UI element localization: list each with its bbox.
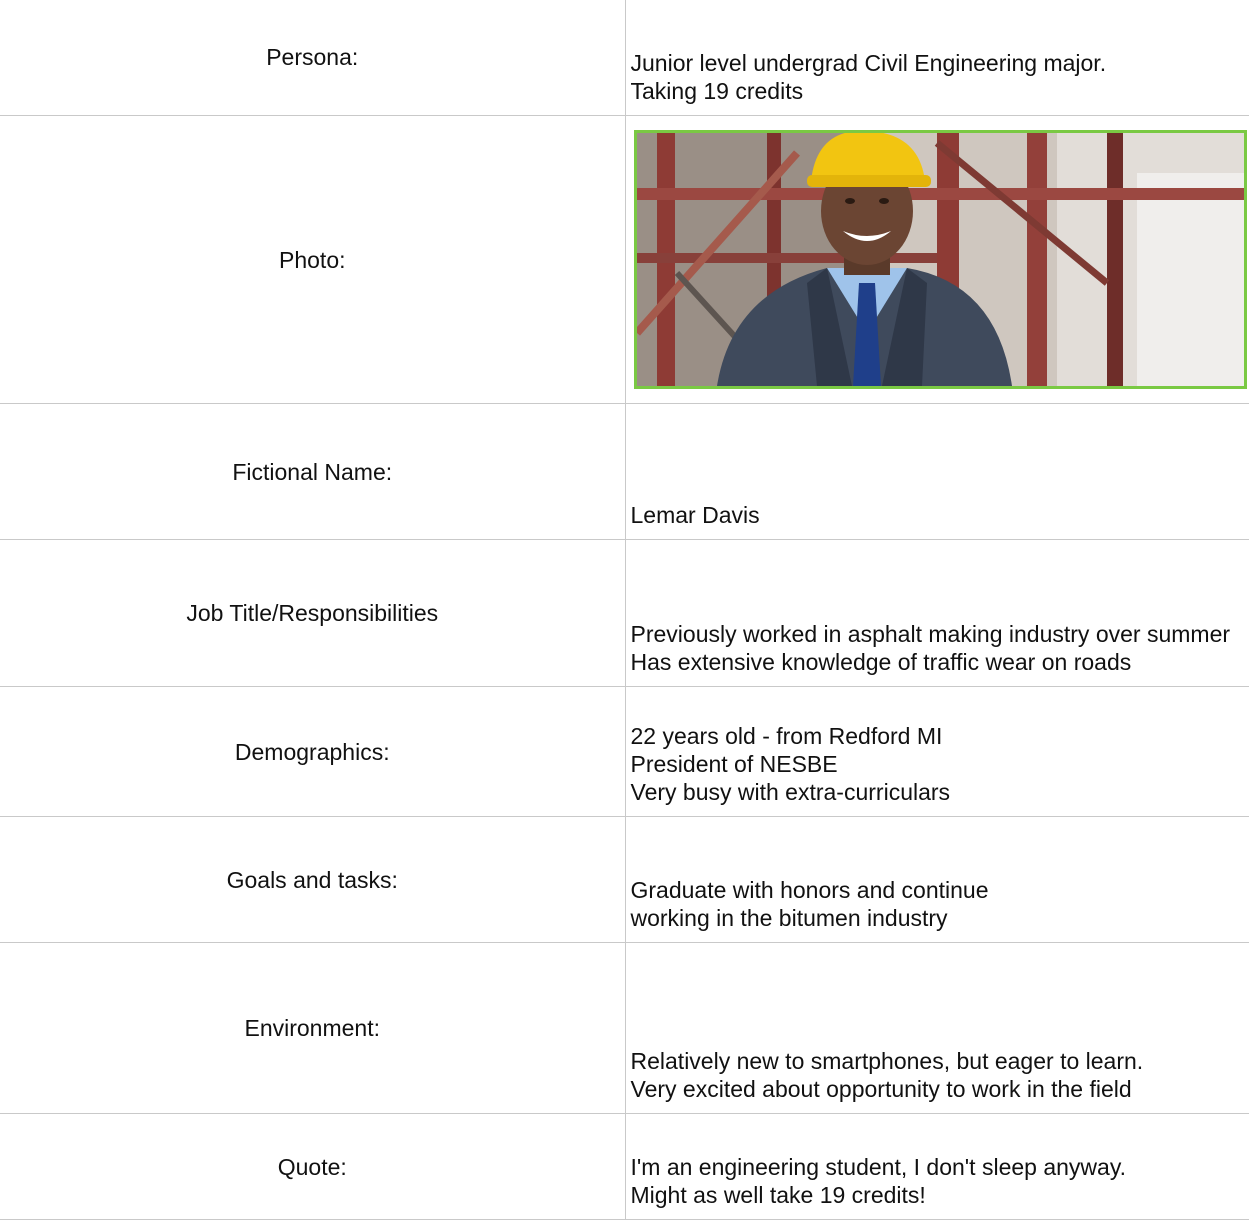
goals-label: Goals and tasks: [0,816,626,943]
demographics-value: 22 years old - from Redford MI President… [624,686,1249,817]
row-job-title: Job Title/Responsibilities Previously wo… [0,539,1249,687]
fictional-name-label: Fictional Name: [0,403,626,540]
goals-value: Graduate with honors and continue workin… [624,816,1249,943]
goals-line: Graduate with honors and continue [630,877,989,903]
row-photo: Photo: [0,115,1249,404]
photo-label: Photo: [0,115,626,404]
row-quote: Quote: I'm an engineering student, I don… [0,1113,1249,1220]
quote-value: I'm an engineering student, I don't slee… [624,1113,1249,1220]
quote-line: I'm an engineering student, I don't slee… [630,1154,1127,1180]
demographics-label: Demographics: [0,686,626,817]
fictional-name-line: Lemar Davis [630,502,760,528]
fictional-name-value: Lemar Davis [624,403,1249,540]
photo-cell [624,115,1249,404]
job-title-line: Has extensive knowledge of traffic wear … [630,649,1132,675]
engineer-photo-illustration [636,133,1244,386]
demographics-line: President of NESBE [630,751,838,777]
environment-value: Relatively new to smartphones, but eager… [624,942,1249,1114]
goals-line: working in the bitumen industry [630,905,948,931]
job-title-label: Job Title/Responsibilities [0,539,626,687]
persona-value: Junior level undergrad Civil Engineering… [624,0,1249,116]
quote-line: Might as well take 19 credits! [630,1182,926,1208]
persona-label: Persona: [0,0,626,116]
row-demographics: Demographics: 22 years old - from Redfor… [0,686,1249,817]
row-environment: Environment: Relatively new to smartphon… [0,942,1249,1114]
row-fictional-name: Fictional Name: Lemar Davis [0,403,1249,540]
job-title-line: Previously worked in asphalt making indu… [630,621,1231,647]
persona-line: Junior level undergrad Civil Engineering… [630,50,1107,76]
job-title-value: Previously worked in asphalt making indu… [624,539,1249,687]
demographics-line: Very busy with extra-curriculars [630,779,951,805]
row-goals: Goals and tasks: Graduate with honors an… [0,816,1249,943]
row-persona: Persona: Junior level undergrad Civil En… [0,0,1249,116]
environment-line: Relatively new to smartphones, but eager… [630,1048,1144,1074]
environment-line: Very excited about opportunity to work i… [630,1076,1132,1102]
persona-line: Taking 19 credits [630,78,804,104]
quote-label: Quote: [0,1113,626,1220]
demographics-line: 22 years old - from Redford MI [630,723,943,749]
environment-label: Environment: [0,942,626,1114]
persona-photo [633,130,1247,389]
persona-table: Persona: Junior level undergrad Civil En… [0,0,1249,1220]
